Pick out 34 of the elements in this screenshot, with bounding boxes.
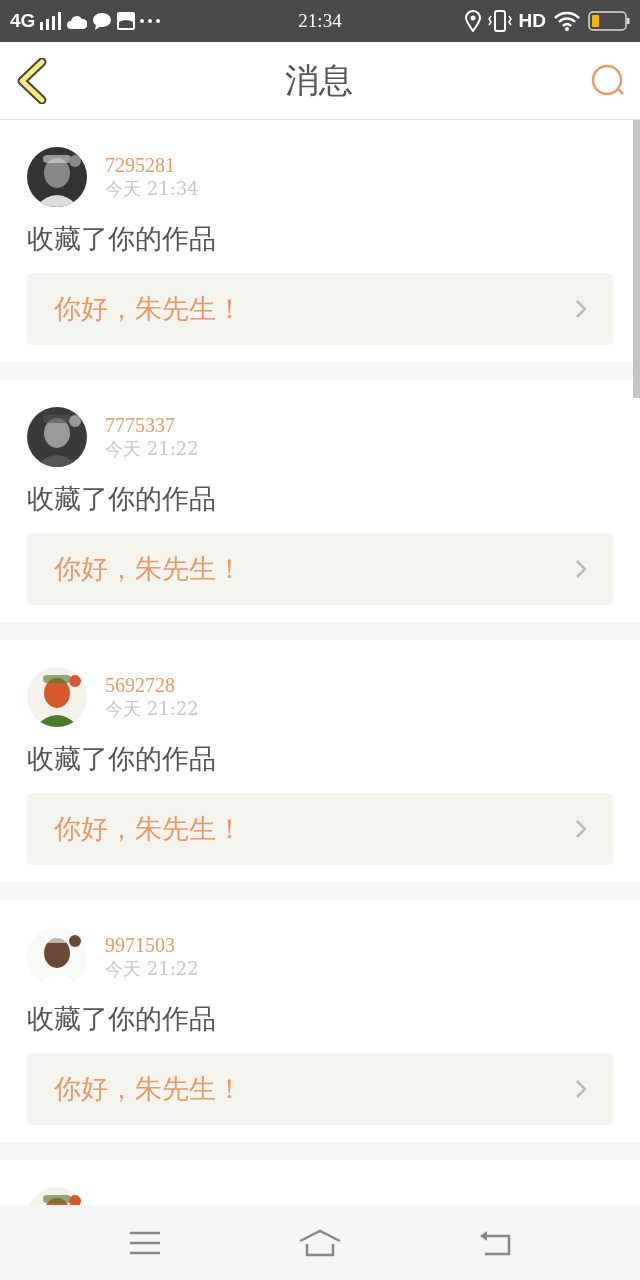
cloud-icon [67,13,88,29]
action-text: 收藏了你的作品 [27,1002,217,1036]
chevron-right-icon [575,559,587,579]
username: 9971503 [105,933,176,957]
signal-icon [40,12,63,30]
message-preview[interactable]: 你好，朱先生！ [27,1053,613,1125]
hd-indicator: HD [518,10,546,32]
home-button[interactable] [298,1228,342,1257]
search-button[interactable] [590,63,626,98]
username: 7775337 [105,413,176,437]
clock: 21:34 [298,10,342,32]
username: 5692728 [105,673,176,697]
message-preview[interactable]: 你好，朱先生！ [27,533,613,605]
chevron-right-icon [575,819,587,839]
battery-icon [588,11,630,31]
message-preview[interactable]: 你好，朱先生！ [27,793,613,865]
menu-button[interactable] [128,1230,161,1255]
network-type: 4G [10,10,36,32]
chevron-right-icon [575,299,587,319]
message-preview[interactable]: 你好，朱先生！ [27,273,613,345]
username: 7295281 [105,153,176,177]
more-icon [140,19,161,23]
action-text: 收藏了你的作品 [27,222,217,256]
location-icon [464,10,481,32]
action-text: 收藏了你的作品 [27,482,217,516]
app-icon [117,12,136,30]
back-button[interactable] [16,57,48,104]
action-text: 收藏了你的作品 [27,742,217,776]
page-title: 消息 [285,58,353,102]
back-nav-button[interactable] [479,1229,512,1256]
vibrate-icon [487,10,512,32]
wifi-icon [553,11,581,31]
chevron-right-icon [575,1079,587,1099]
chat-bubble-icon [92,12,113,30]
